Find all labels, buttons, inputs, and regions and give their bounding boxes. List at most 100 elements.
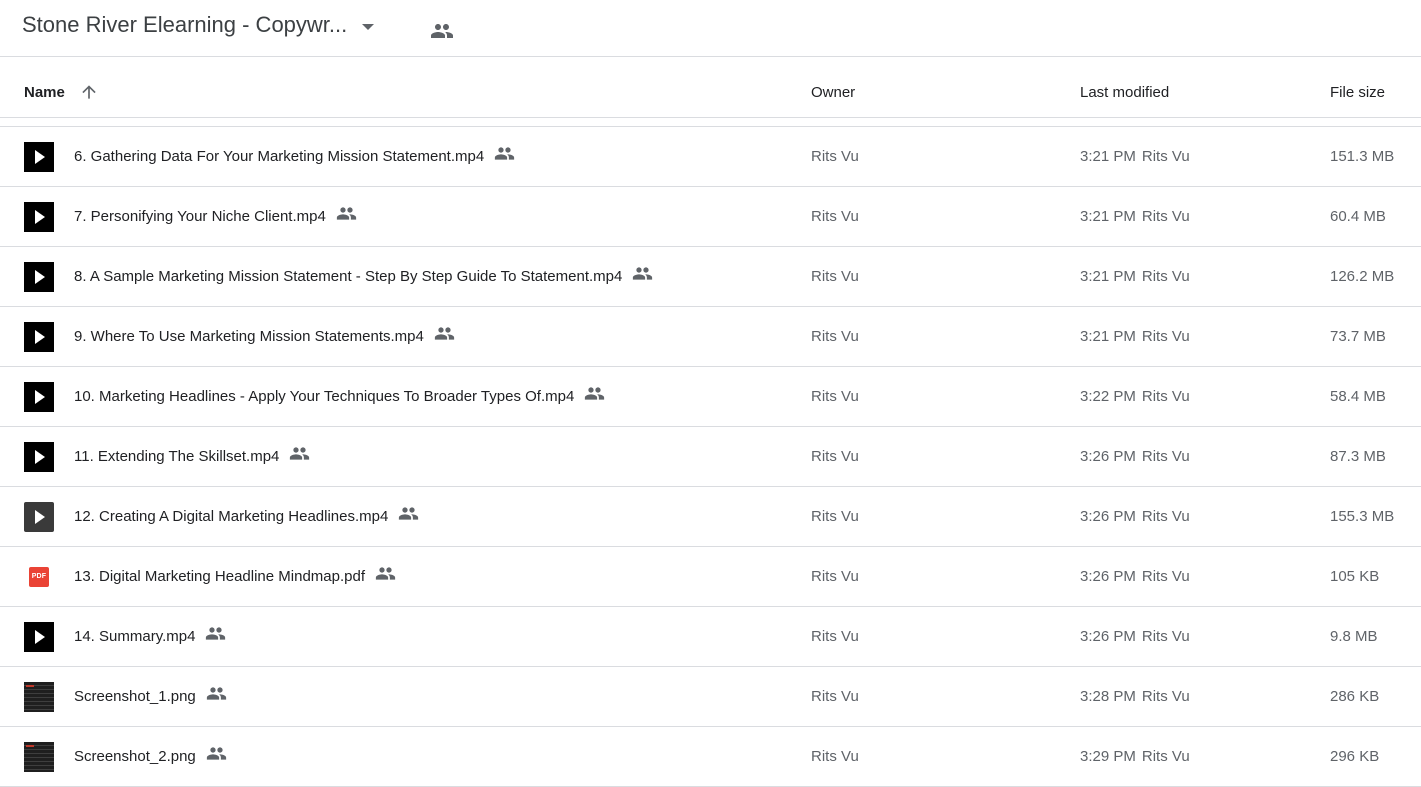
file-row[interactable]: Screenshot_1.png Rits Vu 3:28 PM Rits Vu … — [0, 667, 1421, 727]
file-name: 6. Gathering Data For Your Marketing Mis… — [74, 147, 515, 165]
file-last-modified: 3:21 PM Rits Vu — [1080, 328, 1190, 345]
file-owner: Rits Vu — [811, 748, 859, 765]
column-header-owner[interactable]: Owner — [811, 84, 855, 101]
file-last-modified: 3:26 PM Rits Vu — [1080, 628, 1190, 645]
modified-by: Rits Vu — [1141, 688, 1190, 705]
pdf-icon: PDF — [29, 567, 49, 587]
modified-by: Rits Vu — [1141, 208, 1190, 225]
file-last-modified: 3:22 PM Rits Vu — [1080, 388, 1190, 405]
column-header-row: Name Owner Last modified File size — [0, 58, 1421, 118]
file-size: 9.8 MB — [1330, 628, 1378, 645]
file-name-text: 13. Digital Marketing Headline Mindmap.p… — [74, 568, 365, 585]
people-icon — [495, 147, 515, 160]
file-size: 155.3 MB — [1330, 508, 1395, 525]
file-name: 12. Creating A Digital Marketing Headlin… — [74, 507, 419, 525]
video-play-icon — [24, 322, 54, 352]
modified-time: 3:26 PM — [1080, 568, 1136, 585]
file-owner: Rits Vu — [811, 568, 859, 585]
file-last-modified: 3:29 PM Rits Vu — [1080, 748, 1190, 765]
modified-by: Rits Vu — [1141, 748, 1190, 765]
video-play-icon — [24, 442, 54, 472]
modified-time: 3:26 PM — [1080, 448, 1136, 465]
file-row[interactable]: 8. A Sample Marketing Mission Statement … — [0, 247, 1421, 307]
video-play-icon — [24, 382, 54, 412]
people-icon — [585, 387, 605, 400]
modified-by: Rits Vu — [1141, 448, 1190, 465]
file-size: 151.3 MB — [1330, 148, 1395, 165]
file-last-modified: 3:21 PM Rits Vu — [1080, 268, 1190, 285]
people-icon — [375, 567, 396, 580]
file-name: Screenshot_2.png — [74, 747, 227, 765]
pdf-badge-label: PDF — [31, 573, 47, 580]
video-play-icon — [24, 502, 54, 532]
video-play-icon — [24, 262, 54, 292]
file-name: Screenshot_1.png — [74, 687, 227, 705]
file-row[interactable]: PDF 13. Digital Marketing Headline Mindm… — [0, 547, 1421, 607]
file-row[interactable]: Screenshot_2.png Rits Vu 3:29 PM Rits Vu … — [0, 727, 1421, 787]
file-owner: Rits Vu — [811, 328, 859, 345]
file-name-text: 7. Personifying Your Niche Client.mp4 — [74, 208, 326, 225]
modified-time: 3:28 PM — [1080, 688, 1136, 705]
modified-time: 3:26 PM — [1080, 628, 1136, 645]
column-header-name[interactable]: Name — [24, 84, 65, 101]
image-thumbnail-icon — [24, 682, 54, 712]
file-last-modified: 3:21 PM Rits Vu — [1080, 148, 1190, 165]
column-header-last-modified[interactable]: Last modified — [1080, 84, 1169, 101]
file-size: 58.4 MB — [1330, 388, 1386, 405]
arrow-up-sort-icon[interactable] — [79, 82, 99, 102]
file-last-modified: 3:26 PM Rits Vu — [1080, 568, 1190, 585]
file-last-modified: 3:21 PM Rits Vu — [1080, 208, 1190, 225]
folder-header: Stone River Elearning - Copywr... — [0, 0, 1421, 57]
file-name-text: 11. Extending The Skillset.mp4 — [74, 448, 280, 465]
file-list: 6. Gathering Data For Your Marketing Mis… — [0, 127, 1421, 787]
file-size: 87.3 MB — [1330, 448, 1386, 465]
modified-by: Rits Vu — [1141, 148, 1190, 165]
file-name-text: Screenshot_1.png — [74, 688, 196, 705]
modified-time: 3:21 PM — [1080, 328, 1136, 345]
file-last-modified: 3:26 PM Rits Vu — [1080, 508, 1190, 525]
modified-time: 3:22 PM — [1080, 388, 1136, 405]
file-name-text: 9. Where To Use Marketing Mission Statem… — [74, 328, 424, 345]
file-row[interactable]: 12. Creating A Digital Marketing Headlin… — [0, 487, 1421, 547]
file-row[interactable]: 10. Marketing Headlines - Apply Your Tec… — [0, 367, 1421, 427]
file-name: 9. Where To Use Marketing Mission Statem… — [74, 327, 455, 345]
people-icon[interactable] — [430, 19, 454, 43]
image-thumbnail-icon — [24, 742, 54, 772]
file-last-modified: 3:26 PM Rits Vu — [1080, 448, 1190, 465]
file-name: 7. Personifying Your Niche Client.mp4 — [74, 207, 357, 225]
people-icon — [206, 687, 226, 700]
file-owner: Rits Vu — [811, 508, 859, 525]
modified-by: Rits Vu — [1141, 508, 1190, 525]
column-header-file-size[interactable]: File size — [1330, 84, 1385, 101]
file-owner: Rits Vu — [811, 448, 859, 465]
file-row[interactable]: 14. Summary.mp4 Rits Vu 3:26 PM Rits Vu 9… — [0, 607, 1421, 667]
file-row[interactable]: 11. Extending The Skillset.mp4 Rits Vu 3… — [0, 427, 1421, 487]
video-play-icon — [24, 142, 54, 172]
file-owner: Rits Vu — [811, 208, 859, 225]
file-name-text: 14. Summary.mp4 — [74, 628, 196, 645]
video-play-icon — [24, 202, 54, 232]
file-row[interactable]: 6. Gathering Data For Your Marketing Mis… — [0, 127, 1421, 187]
arrow-drop-down-icon[interactable] — [362, 24, 374, 30]
modified-time: 3:26 PM — [1080, 508, 1136, 525]
file-size: 60.4 MB — [1330, 208, 1386, 225]
people-icon — [290, 447, 310, 460]
people-icon — [434, 327, 454, 340]
modified-time: 3:29 PM — [1080, 748, 1136, 765]
people-icon — [336, 207, 356, 220]
video-play-icon — [24, 622, 54, 652]
file-owner: Rits Vu — [811, 628, 859, 645]
file-owner: Rits Vu — [811, 268, 859, 285]
file-name: 10. Marketing Headlines - Apply Your Tec… — [74, 387, 605, 405]
file-size: 286 KB — [1330, 688, 1380, 705]
file-size: 126.2 MB — [1330, 268, 1395, 285]
file-row[interactable]: 7. Personifying Your Niche Client.mp4 Ri… — [0, 187, 1421, 247]
folder-title[interactable]: Stone River Elearning - Copywr... — [22, 12, 347, 38]
modified-time: 3:21 PM — [1080, 148, 1136, 165]
modified-by: Rits Vu — [1141, 388, 1190, 405]
people-icon — [206, 627, 226, 640]
file-row[interactable]: 9. Where To Use Marketing Mission Statem… — [0, 307, 1421, 367]
modified-by: Rits Vu — [1141, 328, 1190, 345]
file-name-text: 8. A Sample Marketing Mission Statement … — [74, 268, 623, 285]
modified-time: 3:21 PM — [1080, 208, 1136, 225]
